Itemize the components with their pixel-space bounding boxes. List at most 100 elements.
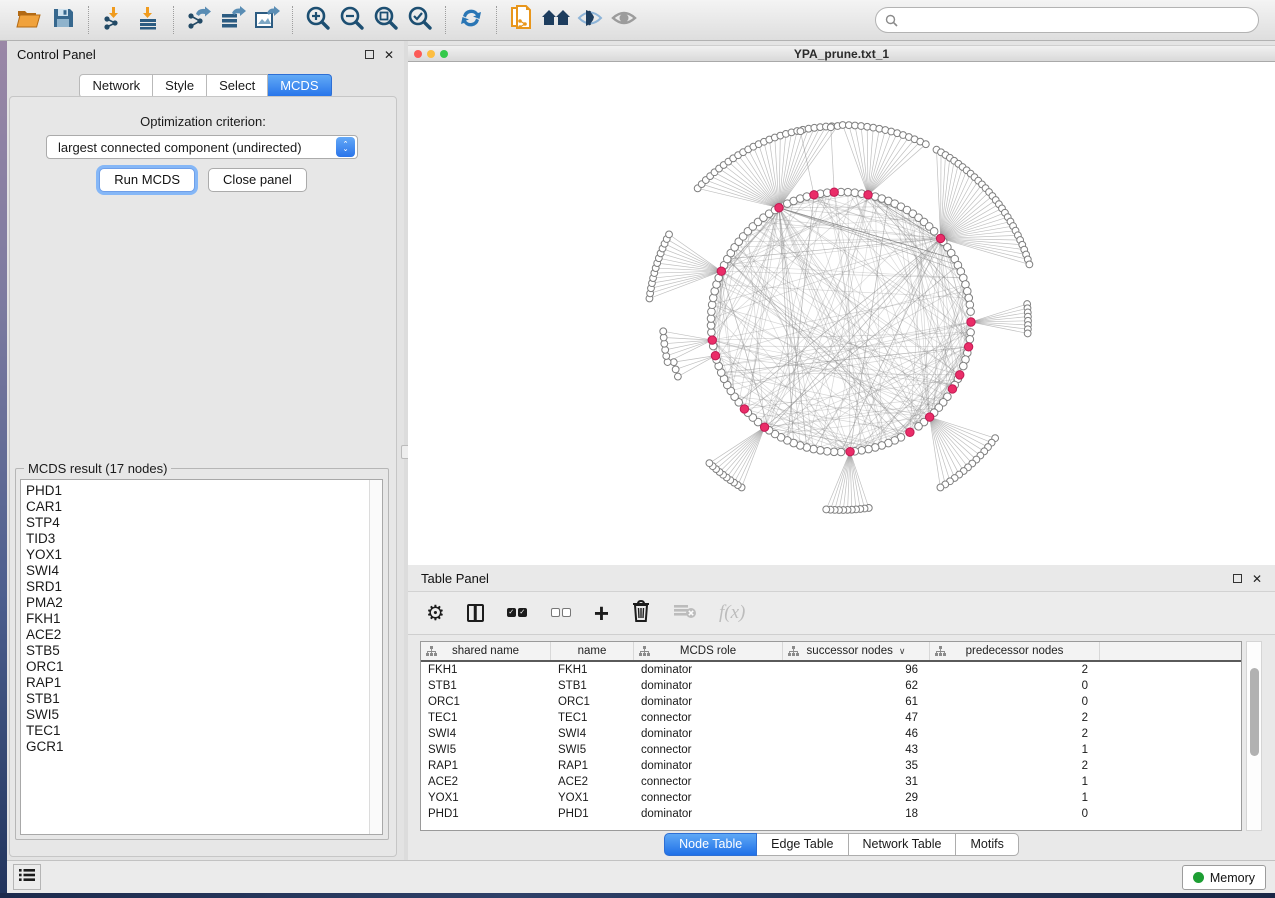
close-table-panel-icon[interactable]: ✕ (1252, 573, 1262, 585)
tab-edge-table[interactable]: Edge Table (757, 833, 848, 856)
mcds-result-item[interactable]: CAR1 (26, 499, 382, 515)
mcds-result-item[interactable]: GCR1 (26, 739, 382, 755)
network-leaf-node[interactable] (672, 366, 679, 373)
hide-panels-button[interactable] (573, 4, 607, 36)
network-leaf-node[interactable] (797, 128, 804, 135)
network-node[interactable] (967, 308, 975, 316)
zoom-in-button[interactable] (301, 4, 335, 36)
table-row[interactable]: TEC1TEC1connector472 (421, 710, 1241, 726)
tab-mcds[interactable]: MCDS (268, 74, 331, 98)
table-row[interactable]: FKH1FKH1dominator962 (421, 662, 1241, 678)
network-hub-node[interactable] (964, 343, 972, 351)
tab-style[interactable]: Style (153, 74, 207, 98)
network-hub-node[interactable] (925, 413, 933, 421)
mcds-result-item[interactable]: YOX1 (26, 547, 382, 563)
mcds-result-item[interactable]: SWI4 (26, 563, 382, 579)
network-leaf-node[interactable] (706, 460, 713, 467)
close-panel-icon[interactable]: ✕ (384, 49, 394, 61)
table-row[interactable]: PHD1PHD1dominator180 (421, 806, 1241, 822)
float-panel-icon[interactable] (365, 50, 374, 59)
mcds-result-item[interactable]: PMA2 (26, 595, 382, 611)
save-session-button[interactable] (46, 4, 80, 36)
network-leaf-node[interactable] (922, 141, 929, 148)
zoom-selected-button[interactable] (403, 4, 437, 36)
network-leaf-node[interactable] (1024, 330, 1031, 337)
search-input[interactable] (898, 10, 1258, 30)
network-leaf-node[interactable] (1026, 261, 1033, 268)
column-header-predecessor-nodes[interactable]: predecessor nodes (930, 642, 1100, 660)
table-row[interactable]: ORC1ORC1dominator610 (421, 694, 1241, 710)
tab-network-table[interactable]: Network Table (849, 833, 957, 856)
open-session-button[interactable] (12, 4, 46, 36)
export-table-button[interactable] (216, 4, 250, 36)
network-hub-node[interactable] (717, 267, 725, 275)
network-leaf-node[interactable] (674, 373, 681, 380)
network-node[interactable] (817, 447, 825, 455)
memory-button[interactable]: Memory (1182, 865, 1266, 890)
column-header-MCDS-role[interactable]: MCDS role (634, 642, 783, 660)
mcds-result-item[interactable]: SWI5 (26, 707, 382, 723)
table-row[interactable]: SWI4SWI4dominator462 (421, 726, 1241, 742)
mcds-result-item[interactable]: ORC1 (26, 659, 382, 675)
float-table-panel-icon[interactable] (1233, 574, 1242, 583)
mcds-result-item[interactable]: SRD1 (26, 579, 382, 595)
tab-node-table[interactable]: Node Table (664, 833, 757, 856)
network-hub-node[interactable] (956, 371, 964, 379)
create-column-button[interactable]: + (594, 598, 609, 628)
import-network-button[interactable] (97, 4, 131, 36)
network-hub-node[interactable] (711, 351, 719, 359)
network-overview-button[interactable] (539, 4, 573, 36)
tab-select[interactable]: Select (207, 74, 268, 98)
network-node[interactable] (959, 362, 967, 370)
network-canvas[interactable] (408, 62, 1275, 565)
network-hub-node[interactable] (740, 405, 748, 413)
table-row[interactable]: STB1STB1dominator620 (421, 678, 1241, 694)
export-network-button[interactable] (182, 4, 216, 36)
network-node[interactable] (708, 301, 716, 309)
table-row[interactable]: RAP1RAP1dominator352 (421, 758, 1241, 774)
network-leaf-node[interactable] (827, 124, 834, 131)
mcds-result-item[interactable]: STP4 (26, 515, 382, 531)
network-leaf-node[interactable] (660, 328, 667, 335)
network-leaf-node[interactable] (823, 506, 830, 513)
network-hub-node[interactable] (810, 191, 818, 199)
run-mcds-button[interactable]: Run MCDS (99, 168, 195, 192)
tab-motifs[interactable]: Motifs (956, 833, 1018, 856)
table-settings-button[interactable]: ⚙ (426, 598, 445, 628)
mcds-result-item[interactable]: TID3 (26, 531, 382, 547)
mcds-result-item[interactable]: ACE2 (26, 627, 382, 643)
delete-column-button[interactable] (631, 598, 651, 628)
table-row[interactable]: ACE2ACE2connector311 (421, 774, 1241, 790)
mcds-result-item[interactable]: FKH1 (26, 611, 382, 627)
network-hub-node[interactable] (906, 428, 914, 436)
column-header-name[interactable]: name (551, 642, 634, 660)
refresh-button[interactable] (454, 4, 488, 36)
zoom-fit-button[interactable] (369, 4, 403, 36)
network-hub-node[interactable] (708, 336, 716, 344)
network-hub-node[interactable] (967, 318, 975, 326)
network-hub-node[interactable] (948, 385, 956, 393)
network-node[interactable] (915, 423, 923, 431)
task-history-button[interactable] (13, 864, 41, 890)
deselect-all-columns-button[interactable] (550, 598, 572, 628)
zoom-out-button[interactable] (335, 4, 369, 36)
network-node[interactable] (930, 228, 938, 236)
mcds-result-item[interactable]: STB1 (26, 691, 382, 707)
network-node[interactable] (865, 445, 873, 453)
column-header-shared-name[interactable]: shared name (421, 642, 551, 660)
clone-network-button[interactable] (505, 4, 539, 36)
table-scrollbar[interactable] (1246, 641, 1262, 831)
mcds-result-item[interactable]: TEC1 (26, 723, 382, 739)
import-table-button[interactable] (131, 4, 165, 36)
network-hub-node[interactable] (775, 204, 783, 212)
network-hub-node[interactable] (830, 188, 838, 196)
network-node[interactable] (966, 335, 974, 343)
network-node[interactable] (965, 294, 973, 302)
table-row[interactable]: YOX1YOX1connector291 (421, 790, 1241, 806)
show-column-panel-button[interactable] (467, 598, 484, 628)
table-scrollbar-thumb[interactable] (1250, 668, 1259, 756)
network-hub-node[interactable] (864, 191, 872, 199)
network-hub-node[interactable] (936, 234, 944, 242)
network-leaf-node[interactable] (666, 231, 673, 238)
select-all-columns-button[interactable] (506, 598, 528, 628)
